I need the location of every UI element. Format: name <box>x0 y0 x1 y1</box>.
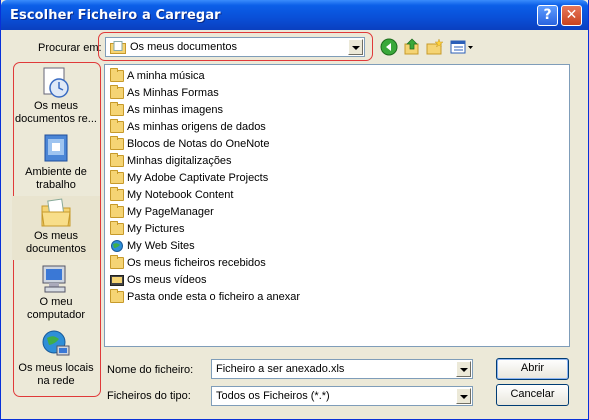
views-menu-icon[interactable] <box>449 38 475 56</box>
help-button[interactable]: ? <box>537 5 558 26</box>
chevron-down-icon[interactable] <box>348 39 363 55</box>
lookin-dropdown[interactable]: Os meus documentos <box>105 37 365 57</box>
place-network[interactable]: Os meus locais na rede <box>12 328 100 392</box>
place-recent-documents[interactable]: Os meus documentos re... <box>12 66 100 132</box>
place-label-3b: documentos <box>26 243 86 255</box>
new-folder-icon[interactable] <box>426 38 444 56</box>
my-documents-small-icon <box>110 41 126 54</box>
web-sites-folder-icon <box>111 240 123 252</box>
network-places-icon <box>42 330 70 356</box>
lookin-value: Os meus documentos <box>130 41 237 53</box>
folder-icon <box>110 255 124 269</box>
folder-icon <box>110 221 124 235</box>
place-my-documents[interactable]: Os meus documentos <box>12 196 100 260</box>
title-bar[interactable]: Escolher Ficheiro a Carregar ? ✕ <box>1 0 588 30</box>
folder-icon <box>110 289 124 303</box>
folder-icon <box>110 204 124 218</box>
my-documents-icon <box>41 198 71 227</box>
cancel-button[interactable]: Cancelar <box>496 384 569 406</box>
place-label-2b: trabalho <box>36 179 76 191</box>
filename-field[interactable]: Ficheiro a ser anexado.xls <box>211 359 473 379</box>
close-button[interactable]: ✕ <box>561 5 582 26</box>
shapes-folder-icon <box>110 85 124 99</box>
filetype-value: Todos os Ficheiros (*.*) <box>216 390 330 402</box>
recent-documents-icon <box>43 67 69 98</box>
folder-icon <box>110 187 124 201</box>
place-label-4b: computador <box>26 309 86 321</box>
lookin-label: Procurar em: <box>38 42 102 54</box>
place-label-5b: na rede <box>37 375 75 387</box>
chevron-down-icon[interactable] <box>456 361 471 377</box>
open-button[interactable]: Abrir <box>496 358 569 380</box>
desktop-icon <box>44 134 68 162</box>
back-icon[interactable] <box>380 38 398 56</box>
place-label-3a: Os meus <box>33 230 78 242</box>
open-file-dialog: Escolher Ficheiro a Carregar ? ✕ Procura… <box>0 0 589 420</box>
dialog-title: Escolher Ficheiro a Carregar <box>10 8 221 23</box>
place-label-4a: O meu <box>39 296 73 308</box>
folder-icon <box>110 153 124 167</box>
up-folder-icon[interactable] <box>403 38 421 56</box>
place-label-5a: Os meus locais <box>18 362 94 374</box>
data-sources-folder-icon <box>110 119 124 133</box>
filetype-label: Ficheiros do tipo: <box>107 390 191 402</box>
my-computer-icon <box>42 265 66 293</box>
place-desktop[interactable]: Ambiente de trabalho <box>12 132 100 194</box>
filename-value: Ficheiro a ser anexado.xls <box>216 363 345 375</box>
file-list[interactable]: A minha música As Minhas Formas As minha… <box>104 64 570 347</box>
place-label-1b: documentos re... <box>15 113 97 125</box>
folder-icon <box>110 136 124 150</box>
music-folder-icon <box>110 68 124 82</box>
folder-icon <box>110 170 124 184</box>
place-my-computer[interactable]: O meu computador <box>12 262 100 326</box>
pictures-folder-icon <box>110 102 124 116</box>
place-label-2a: Ambiente de <box>25 166 87 178</box>
filename-label: Nome do ficheiro: <box>107 364 194 376</box>
chevron-down-icon[interactable] <box>456 388 471 404</box>
place-label-1a: Os meus <box>33 100 78 112</box>
filetype-dropdown[interactable]: Todos os Ficheiros (*.*) <box>211 386 473 406</box>
videos-folder-icon <box>110 275 124 286</box>
